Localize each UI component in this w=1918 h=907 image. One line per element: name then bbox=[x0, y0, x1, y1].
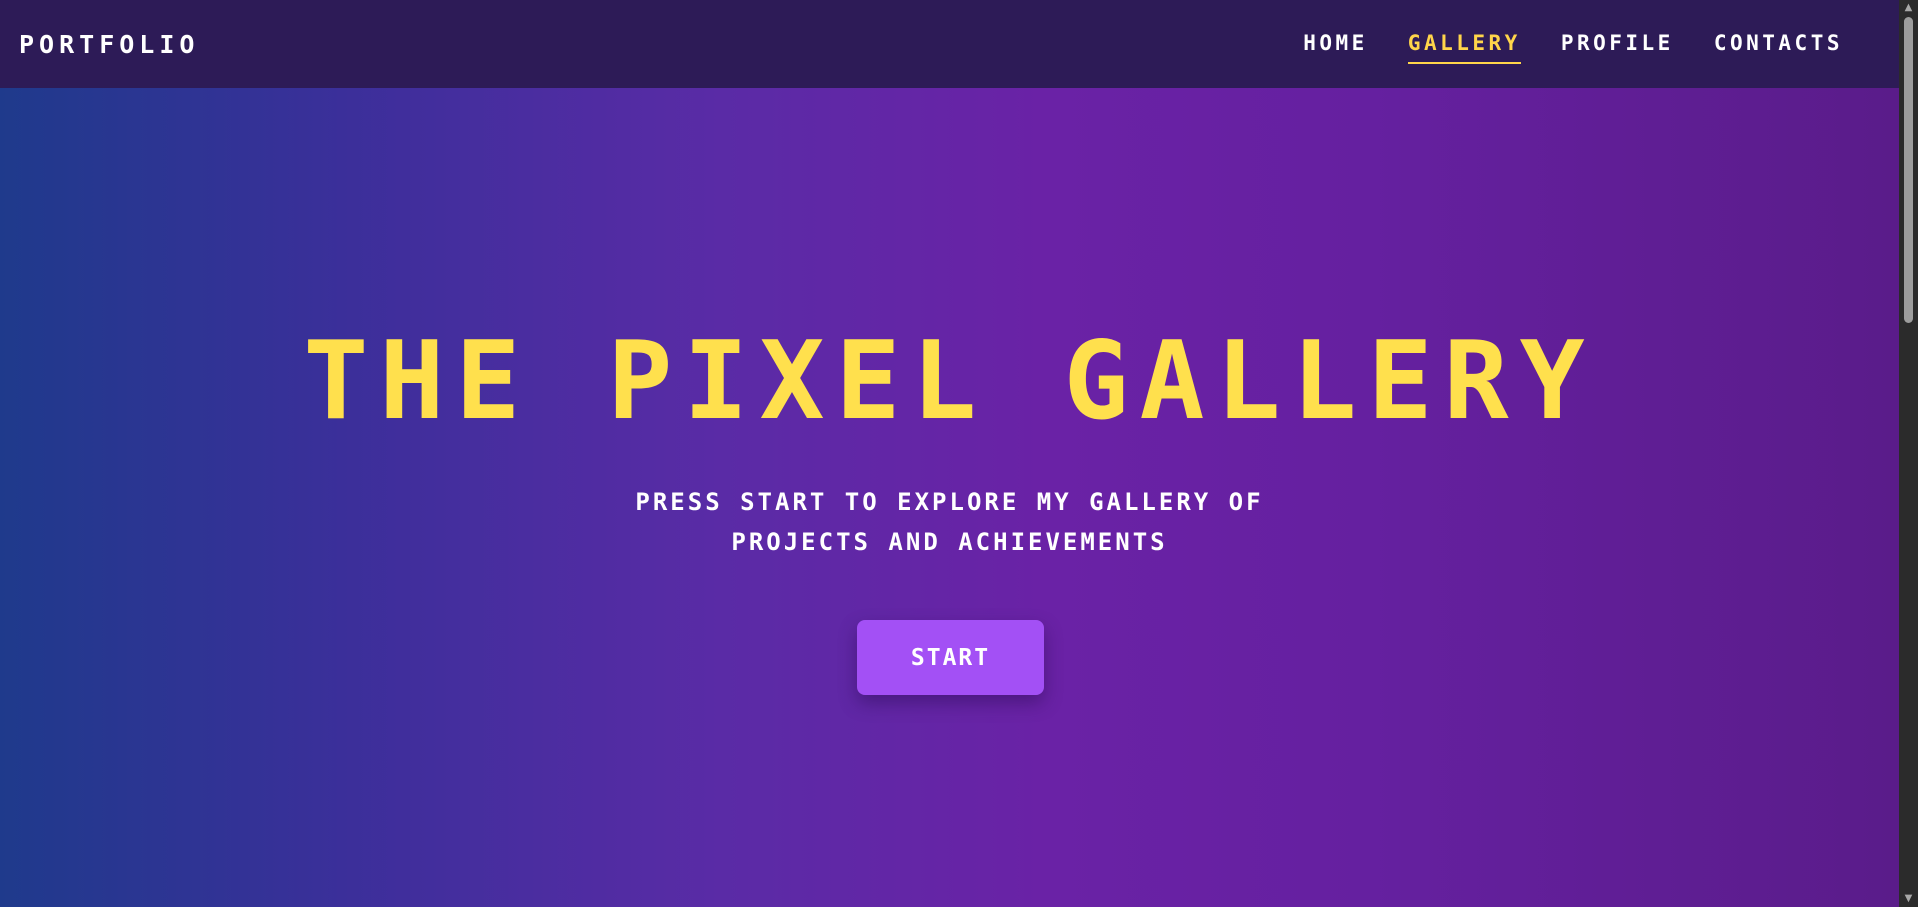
nav-link-contacts[interactable]: CONTACTS bbox=[1714, 25, 1843, 64]
scrollbar-thumb[interactable] bbox=[1904, 17, 1913, 323]
nav-link-home[interactable]: HOME bbox=[1303, 25, 1368, 64]
main-nav: HOME GALLERY PROFILE CONTACTS bbox=[1303, 25, 1843, 64]
hero-subtitle-line-2: PROJECTS AND ACHIEVEMENTS bbox=[731, 528, 1168, 556]
navbar: PORTFOLIO HOME GALLERY PROFILE CONTACTS bbox=[0, 0, 1899, 88]
start-button[interactable]: START bbox=[857, 620, 1044, 695]
scroll-down-arrow-icon[interactable]: ▼ bbox=[1899, 891, 1918, 907]
page: PORTFOLIO HOME GALLERY PROFILE CONTACTS … bbox=[0, 0, 1899, 907]
hero-subtitle-line-1: PRESS START TO EXPLORE MY GALLERY OF bbox=[635, 488, 1264, 516]
hero-subtitle: PRESS START TO EXPLORE MY GALLERY OF PRO… bbox=[0, 482, 1899, 562]
nav-link-gallery[interactable]: GALLERY bbox=[1407, 25, 1521, 64]
hero-section: THE PIXEL GALLERY PRESS START TO EXPLORE… bbox=[0, 88, 1899, 907]
nav-link-profile[interactable]: PROFILE bbox=[1561, 25, 1674, 64]
hero-title: THE PIXEL GALLERY bbox=[303, 319, 1596, 444]
vertical-scrollbar[interactable]: ▲ ▼ bbox=[1899, 0, 1918, 907]
brand-logo[interactable]: PORTFOLIO bbox=[19, 30, 199, 59]
scroll-up-arrow-icon[interactable]: ▲ bbox=[1899, 0, 1918, 16]
